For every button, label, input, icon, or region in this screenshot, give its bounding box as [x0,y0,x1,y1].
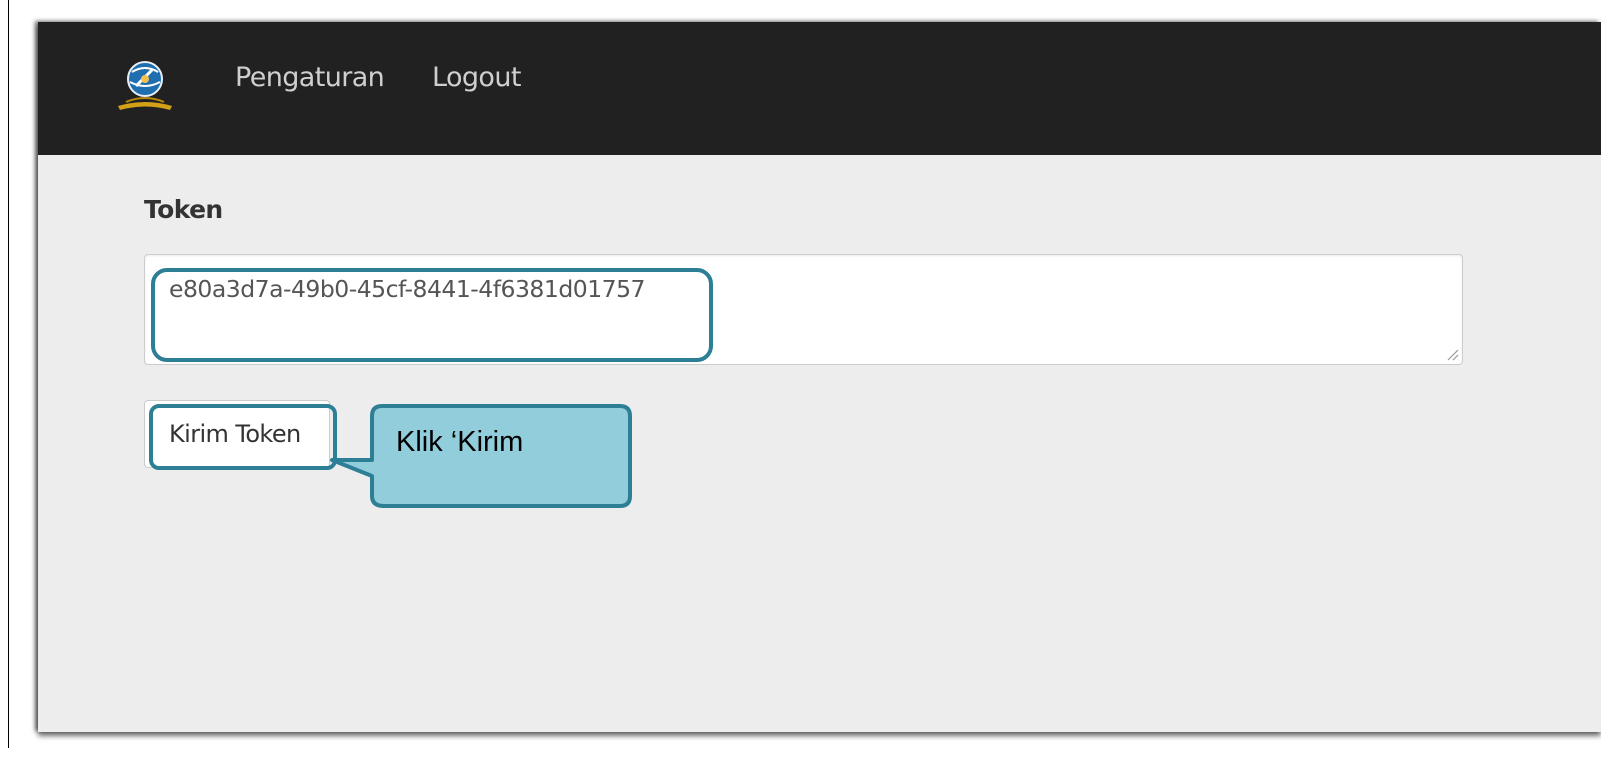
callout-text: Klik ‘Kirim [396,426,524,458]
page-left-rule [8,0,9,748]
nav-link-logout[interactable]: Logout [432,62,521,94]
emblem-logo-icon[interactable] [112,58,178,116]
send-token-button[interactable]: Kirim Token [144,400,330,468]
app-window: Pengaturan Logout Token e80a3d7a-49b0-45… [38,22,1601,732]
token-value: e80a3d7a-49b0-45cf-8441-4f6381d01757 [169,275,646,303]
token-label: Token [144,195,223,224]
nav-link-pengaturan[interactable]: Pengaturan [235,62,385,94]
token-textarea[interactable]: e80a3d7a-49b0-45cf-8441-4f6381d01757 [144,254,1463,365]
top-navbar: Pengaturan Logout [38,22,1601,155]
resize-grip-icon[interactable] [1445,347,1459,361]
